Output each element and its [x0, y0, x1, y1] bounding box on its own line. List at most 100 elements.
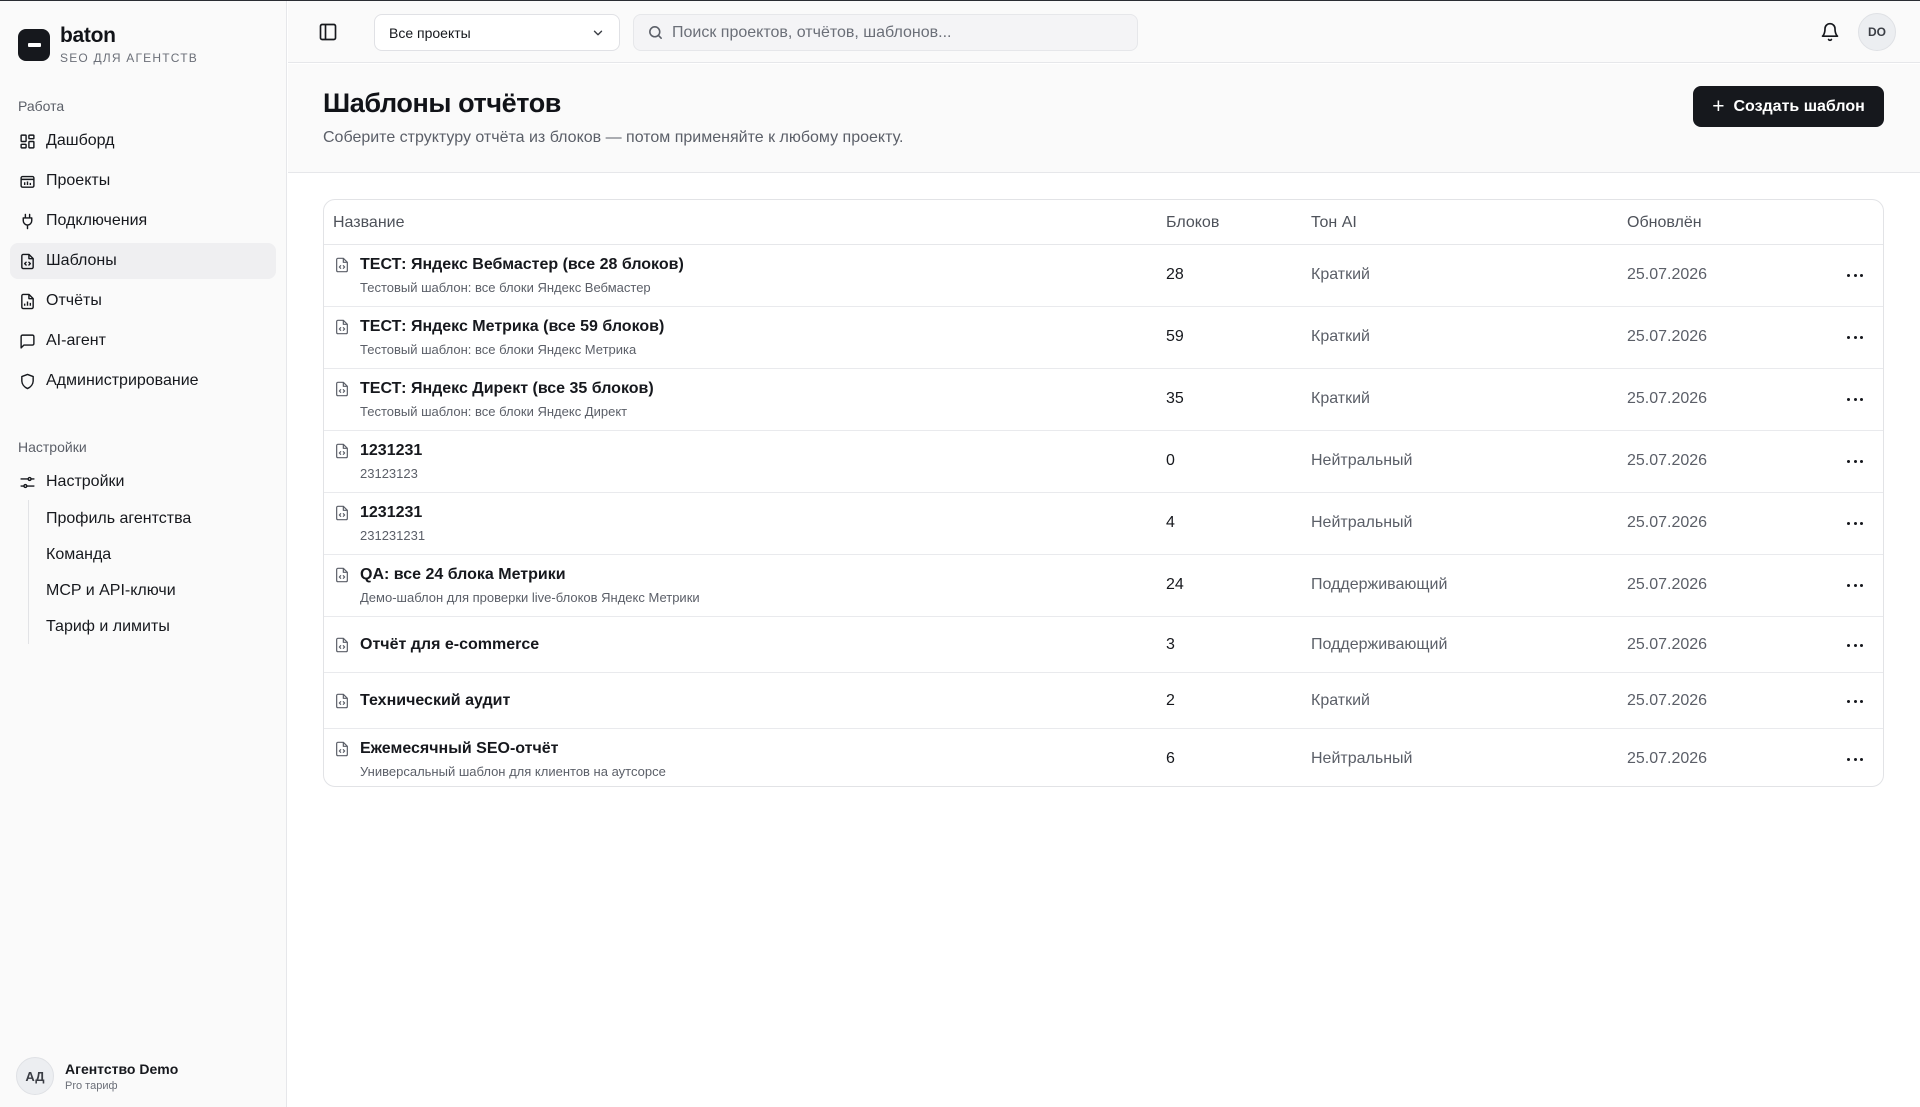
file-icon — [336, 443, 348, 459]
template-name[interactable]: ТЕСТ: Яндекс Метрика (все 59 блоков) — [360, 318, 664, 336]
file-icon — [336, 505, 348, 521]
create-template-button[interactable]: + Создать шаблон — [1693, 86, 1884, 127]
more-actions-icon[interactable] — [1844, 752, 1866, 766]
more-actions-icon[interactable] — [1844, 392, 1866, 406]
topbar: Все проекты DO — [288, 1, 1920, 63]
more-actions-icon[interactable] — [1844, 638, 1866, 652]
template-name[interactable]: 1231231 — [360, 442, 422, 460]
bell-icon[interactable] — [1820, 22, 1840, 42]
template-updated-date: 25.07.2026 — [1627, 452, 1708, 469]
avatar: АД — [16, 1057, 54, 1095]
projects-icon — [20, 175, 35, 188]
more-actions-icon[interactable] — [1844, 694, 1866, 708]
table-row[interactable]: 1231231 231231231 4 Нейтральный 25.07.2026 — [324, 493, 1883, 555]
template-name[interactable]: Отчёт для e-commerce — [360, 636, 539, 654]
sidebar-item-label: Проекты — [46, 172, 111, 189]
column-header-blocks[interactable]: Блоков — [1166, 214, 1219, 232]
template-ai-tone: Краткий — [1311, 266, 1370, 283]
sidebar-item-administration[interactable]: Администрирование — [10, 363, 276, 399]
template-name[interactable]: Ежемесячный SEO-отчёт — [360, 740, 559, 758]
template-name[interactable]: 1231231 — [360, 504, 422, 522]
template-description: 23123123 — [360, 466, 418, 481]
more-actions-icon[interactable] — [1844, 578, 1866, 592]
table-row[interactable]: 1231231 23123123 0 Нейтральный 25.07.2026 — [324, 431, 1883, 493]
column-header-name[interactable]: Название — [333, 214, 405, 232]
sidebar-subitem-plan-limits[interactable]: Тариф и лимиты — [46, 618, 170, 636]
table-body: ТЕСТ: Яндекс Вебмастер (все 28 блоков) Те… — [324, 245, 1883, 786]
sidebar: baton SEO ДЛЯ АГЕНТСТВ Работа Дашборд Пр… — [0, 1, 287, 1107]
dashboard-icon — [20, 133, 35, 149]
plus-icon: + — [1712, 95, 1725, 118]
template-blocks-count: 3 — [1166, 636, 1175, 653]
sidebar-item-settings[interactable]: Настройки — [10, 464, 276, 500]
template-name[interactable]: ТЕСТ: Яндекс Вебмастер (все 28 блоков) — [360, 256, 684, 274]
sliders-icon — [20, 476, 35, 488]
sidebar-item-reports[interactable]: Отчёты — [10, 283, 276, 319]
sidebar-item-label: AI-агент — [46, 332, 106, 349]
sidebar-toggle-icon[interactable] — [318, 22, 338, 42]
sidebar-item-label: Настройки — [46, 473, 125, 490]
table-row[interactable]: ТЕСТ: Яндекс Метрика (все 59 блоков) Тест… — [324, 307, 1883, 369]
table-row[interactable]: Ежемесячный SEO-отчёт Универсальный шабло… — [324, 729, 1883, 786]
file-icon — [336, 257, 348, 273]
column-header-tone[interactable]: Тон AI — [1311, 214, 1357, 232]
template-description: Тестовый шаблон: все блоки Яндекс Директ — [360, 404, 628, 419]
sidebar-item-label: Дашборд — [46, 132, 115, 149]
template-ai-tone: Поддерживающий — [1311, 576, 1448, 593]
template-ai-tone: Поддерживающий — [1311, 636, 1448, 653]
template-ai-tone: Нейтральный — [1311, 452, 1413, 469]
more-actions-icon[interactable] — [1844, 454, 1866, 468]
template-updated-date: 25.07.2026 — [1627, 514, 1708, 531]
shield-icon — [21, 373, 34, 389]
more-actions-icon[interactable] — [1844, 516, 1866, 530]
section-label-work: Работа — [18, 98, 65, 114]
template-name[interactable]: ТЕСТ: Яндекс Директ (все 35 блоков) — [360, 380, 654, 398]
sidebar-subitem-team[interactable]: Команда — [46, 546, 111, 564]
submenu-guide-line — [28, 500, 29, 644]
file-icon — [336, 381, 348, 397]
template-description: Универсальный шаблон для клиентов на аут… — [360, 764, 666, 779]
search-input[interactable] — [672, 23, 1112, 42]
project-select[interactable]: Все проекты — [374, 14, 620, 51]
template-blocks-count: 6 — [1166, 750, 1175, 767]
sidebar-item-label: Администрирование — [46, 372, 199, 389]
template-name[interactable]: Технический аудит — [360, 692, 510, 710]
file-icon — [336, 693, 348, 709]
template-description: Тестовый шаблон: все блоки Яндекс Метрик… — [360, 342, 637, 357]
sidebar-item-label: Шаблоны — [46, 252, 117, 269]
brand-subtitle: SEO ДЛЯ АГЕНТСТВ — [60, 51, 198, 65]
sidebar-item-connections[interactable]: Подключения — [10, 203, 276, 239]
column-header-updated[interactable]: Обновлён — [1627, 214, 1702, 232]
sidebar-item-projects[interactable]: Проекты — [10, 163, 276, 199]
sidebar-subitem-mcp-api-keys[interactable]: MCP и API-ключи — [46, 582, 176, 600]
sidebar-subitem-agency-profile[interactable]: Профиль агентства — [46, 510, 191, 528]
more-actions-icon[interactable] — [1844, 268, 1866, 282]
brand[interactable]: baton SEO ДЛЯ АГЕНТСТВ — [18, 25, 198, 65]
templates-table: Название Блоков Тон AI Обновлён ТЕСТ: Ян… — [323, 199, 1884, 787]
table-row[interactable]: ТЕСТ: Яндекс Директ (все 35 блоков) Тесто… — [324, 369, 1883, 431]
template-ai-tone: Краткий — [1311, 390, 1370, 407]
file-icon — [336, 319, 348, 335]
template-blocks-count: 28 — [1166, 266, 1184, 283]
account-plan: Pro тариф — [65, 1079, 118, 1092]
user-avatar[interactable]: DO — [1858, 13, 1896, 51]
sidebar-item-ai-agent[interactable]: AI-агент — [10, 323, 276, 359]
template-updated-date: 25.07.2026 — [1627, 328, 1708, 345]
sidebar-item-templates[interactable]: Шаблоны — [10, 243, 276, 279]
template-description: Демо-шаблон для проверки live-блоков Янд… — [360, 590, 700, 605]
account-switcher[interactable]: АД Агентство Demo Pro тариф — [16, 1057, 178, 1095]
file-icon — [336, 741, 348, 757]
account-name: Агентство Demo — [65, 1060, 179, 1077]
table-row[interactable]: ТЕСТ: Яндекс Вебмастер (все 28 блоков) Те… — [324, 245, 1883, 307]
more-actions-icon[interactable] — [1844, 330, 1866, 344]
brand-name: baton — [60, 24, 116, 47]
template-name[interactable]: QA: все 24 блока Метрики — [360, 566, 566, 584]
table-row[interactable]: QA: все 24 блока Метрики Демо-шаблон для … — [324, 555, 1883, 617]
page-title: Шаблоны отчётов — [323, 88, 562, 118]
template-ai-tone: Краткий — [1311, 328, 1370, 345]
table-row[interactable]: Отчёт для e-commerce 3 Поддерживающий 25.07… — [324, 617, 1883, 673]
template-ai-tone: Краткий — [1311, 692, 1370, 709]
template-blocks-count: 24 — [1166, 576, 1184, 593]
table-row[interactable]: Технический аудит 2 Краткий 25.07.2026 — [324, 673, 1883, 729]
sidebar-item-dashboard[interactable]: Дашборд — [10, 123, 276, 159]
